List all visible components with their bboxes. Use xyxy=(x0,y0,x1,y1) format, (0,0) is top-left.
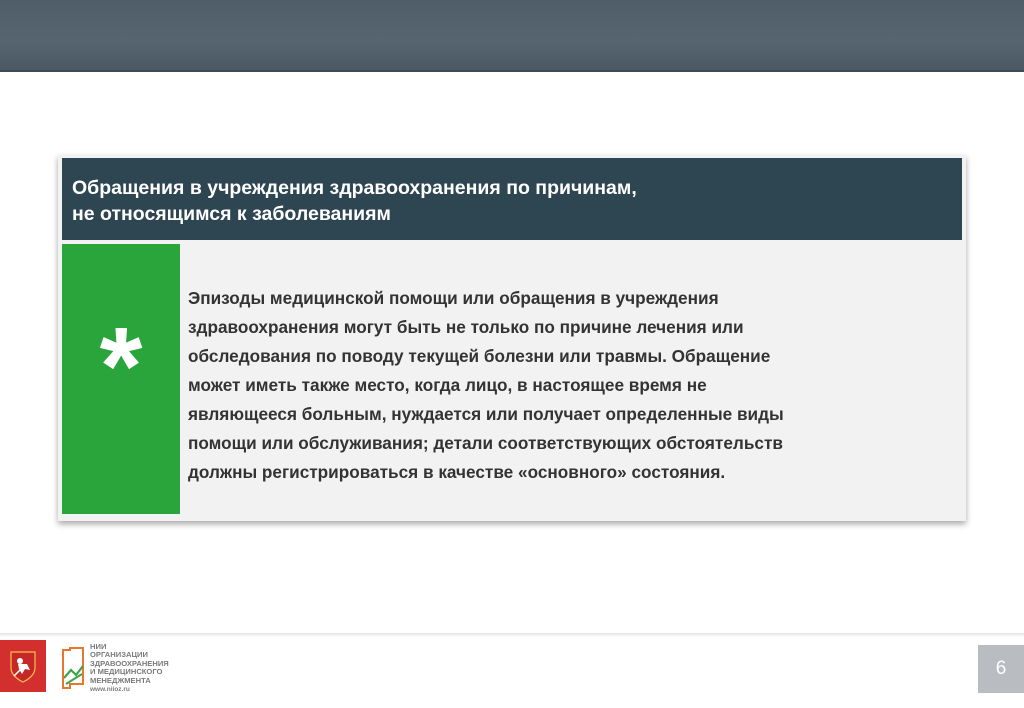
slide-body-text: Эпизоды медицинской помощи или обращения… xyxy=(188,288,784,482)
slide-title: Обращения в учреждения здравоохранения п… xyxy=(72,177,637,225)
organization-url[interactable]: www.niioz.ru xyxy=(90,686,130,693)
content-card: Обращения в учреждения здравоохранения п… xyxy=(58,155,966,521)
moscow-coat-of-arms-icon xyxy=(0,640,46,692)
niioz-logo-icon xyxy=(60,646,86,690)
page-number-badge: 6 xyxy=(978,645,1024,693)
top-bar xyxy=(0,0,1024,72)
accent-block: * xyxy=(62,244,180,514)
card-header: Обращения в учреждения здравоохранения п… xyxy=(62,158,962,240)
footer-divider xyxy=(0,633,1024,637)
asterisk-icon: * xyxy=(99,305,143,428)
organization-name: НИИ ОРГАНИЗАЦИИ ЗДРАВООХРАНЕНИЯ И МЕДИЦИ… xyxy=(90,642,169,685)
card-body: * Эпизоды медицинской помощи или обращен… xyxy=(62,244,962,514)
